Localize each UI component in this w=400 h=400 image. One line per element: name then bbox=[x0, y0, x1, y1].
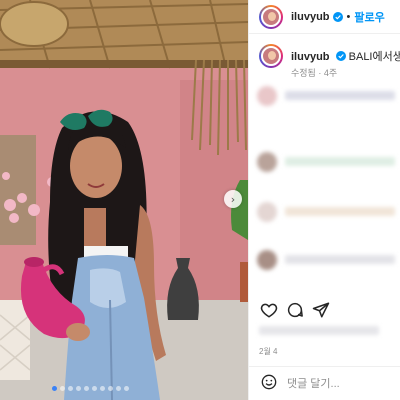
paper-plane-icon[interactable] bbox=[311, 300, 331, 320]
username-link[interactable]: iluvyub bbox=[291, 11, 330, 23]
carousel-indicator bbox=[52, 386, 129, 391]
caption-avatar[interactable] bbox=[259, 44, 283, 68]
post-caption: iluvyub BALI에서생긴일 수정됨 · 4주 bbox=[259, 44, 400, 84]
caption-username[interactable]: iluvyub bbox=[291, 51, 330, 63]
post-actions bbox=[249, 296, 400, 335]
post-side-panel: iluvyub • 팔로우 iluvyub BALI에서 수정됨 · 4주 2월… bbox=[248, 0, 400, 400]
carousel-dot bbox=[60, 386, 65, 391]
smiley-icon[interactable] bbox=[261, 374, 277, 393]
carousel-dot bbox=[52, 386, 57, 391]
caption-meta: 수정됨 · 4주 bbox=[291, 68, 338, 78]
carousel-dot bbox=[116, 386, 121, 391]
follow-button[interactable]: 팔로우 bbox=[354, 9, 384, 25]
avatar bbox=[257, 250, 277, 270]
heart-icon[interactable] bbox=[259, 300, 279, 320]
chevron-right-icon: › bbox=[230, 192, 236, 206]
verified-badge-icon bbox=[335, 51, 346, 61]
carousel-next-button[interactable]: › bbox=[224, 190, 242, 208]
avatar bbox=[257, 86, 277, 106]
carousel-dot bbox=[68, 386, 73, 391]
instagram-post-view: › iluvyub • 팔로우 iluvyub BALI에서 수정됨 · 4주 … bbox=[0, 0, 400, 400]
verified-badge-icon bbox=[332, 11, 343, 22]
post-photo[interactable]: › bbox=[0, 0, 248, 400]
caption-body: BALI에서생긴일 bbox=[348, 51, 400, 63]
avatar[interactable] bbox=[259, 4, 283, 29]
post-date: 2월 4 bbox=[259, 347, 278, 356]
photo-illustration bbox=[0, 0, 248, 400]
comment-composer bbox=[249, 366, 400, 400]
post-header: iluvyub • 팔로우 bbox=[249, 0, 400, 34]
avatar bbox=[257, 202, 277, 222]
comment-bubble-icon[interactable] bbox=[285, 300, 305, 320]
separator-dot: • bbox=[346, 10, 351, 23]
carousel-dot bbox=[100, 386, 105, 391]
carousel-dot bbox=[92, 386, 97, 391]
carousel-dot bbox=[124, 386, 129, 391]
carousel-dot bbox=[108, 386, 113, 391]
carousel-dot bbox=[76, 386, 81, 391]
carousel-dot bbox=[84, 386, 89, 391]
comment-input[interactable] bbox=[287, 377, 397, 390]
caption-text: iluvyub BALI에서생긴일 bbox=[291, 48, 400, 64]
avatar bbox=[257, 152, 277, 172]
